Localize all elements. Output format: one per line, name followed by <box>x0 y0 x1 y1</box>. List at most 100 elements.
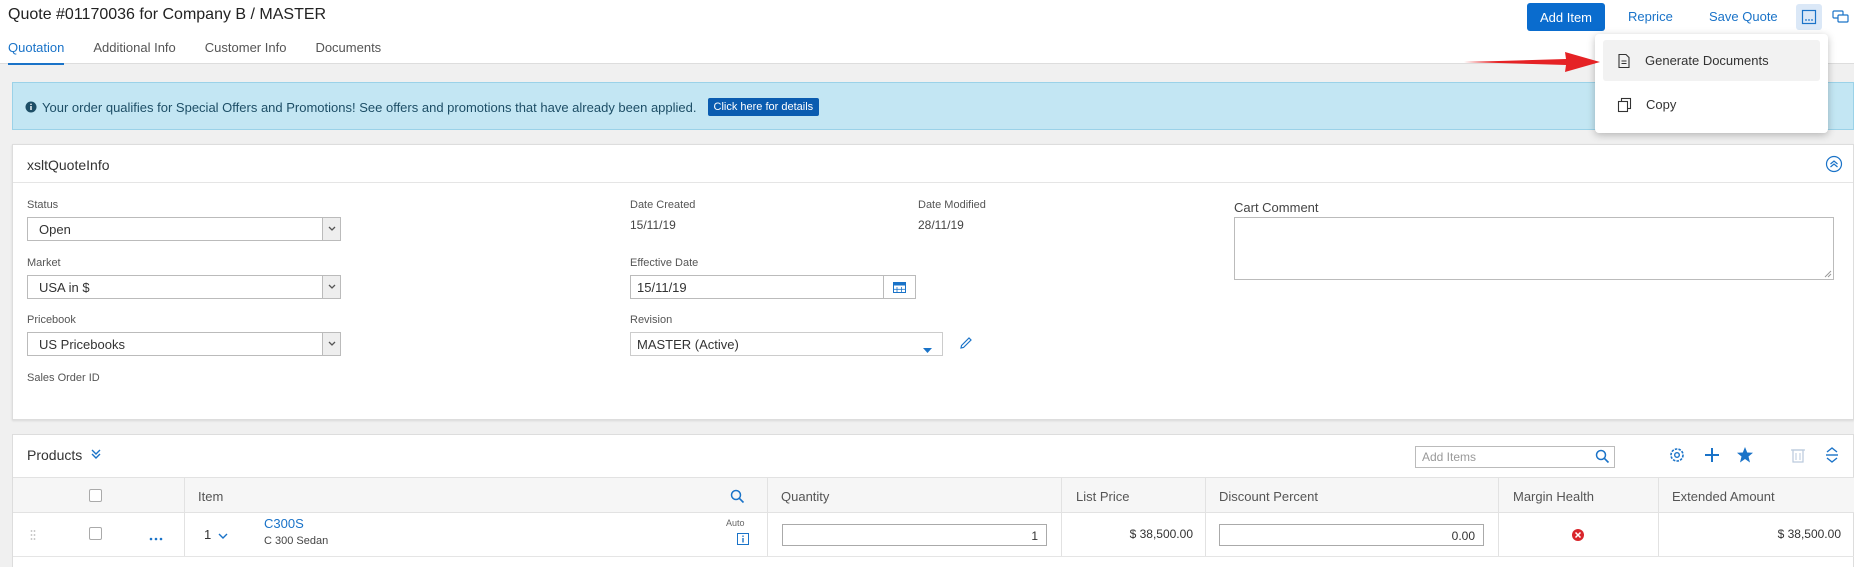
search-icon <box>730 489 745 504</box>
column-header-margin-health[interactable]: Margin Health <box>1513 489 1594 504</box>
drag-handle-icon[interactable] <box>30 529 36 544</box>
pointer-arrow <box>1464 52 1600 72</box>
market-value: USA in $ <box>39 280 90 295</box>
effective-date-input[interactable]: 15/11/19 <box>630 275 884 299</box>
document-icon <box>1618 53 1630 68</box>
gear-icon <box>1670 448 1684 462</box>
chevron-down-icon <box>218 533 228 539</box>
extended-amount-value: $ 38,500.00 <box>1777 527 1841 541</box>
chevron-up-circle-icon <box>1825 155 1843 173</box>
resize-handle-icon <box>1824 270 1832 278</box>
expand-products-button[interactable] <box>90 447 102 463</box>
tab-documents[interactable]: Documents <box>315 40 381 65</box>
collapse-button[interactable] <box>1825 155 1843 176</box>
date-created-label: Date Created <box>630 199 696 211</box>
market-label: Market <box>27 257 61 269</box>
add-items-placeholder: Add Items <box>1422 450 1477 464</box>
trash-icon <box>1791 449 1805 463</box>
column-header-discount-percent[interactable]: Discount Percent <box>1219 489 1318 504</box>
products-section: Products Add Items Item Quantity List Pr… <box>12 434 1854 567</box>
add-items-search[interactable]: Add Items <box>1415 446 1615 468</box>
chat-icon <box>1832 10 1849 23</box>
cart-comment-label: Cart Comment <box>1234 200 1319 215</box>
comments-button[interactable] <box>1828 4 1854 30</box>
products-title: Products <box>27 447 83 463</box>
settings-button[interactable] <box>1668 446 1686 467</box>
sales-order-label: Sales Order ID <box>27 372 100 384</box>
column-header-item[interactable]: Item <box>198 489 223 504</box>
chevron-down-icon <box>322 218 340 240</box>
more-actions-button[interactable] <box>1796 4 1822 30</box>
edit-revision-button[interactable] <box>959 336 973 353</box>
column-header-list-price[interactable]: List Price <box>1076 489 1129 504</box>
caret-down-icon <box>923 342 932 357</box>
discount-percent-input[interactable]: 0.00 <box>1219 524 1484 546</box>
favorites-button[interactable] <box>1736 446 1754 467</box>
revision-value: MASTER (Active) <box>637 337 739 352</box>
pricebook-value: US Pricebooks <box>39 337 125 352</box>
panel-header: xsltQuoteInfo <box>13 145 1853 183</box>
status-label: Status <box>27 199 59 211</box>
cart-comment-textarea[interactable] <box>1234 217 1834 280</box>
more-actions-menu: Generate Documents Copy <box>1595 34 1828 133</box>
reprice-button[interactable]: Reprice <box>1628 9 1673 24</box>
item-search-button[interactable] <box>730 489 745 507</box>
panel-title: xsltQuoteInfo <box>27 157 110 173</box>
column-header-quantity[interactable]: Quantity <box>781 489 829 504</box>
pricebook-select[interactable]: US Pricebooks <box>27 332 341 356</box>
expand-collapse-button[interactable] <box>1824 446 1840 467</box>
add-item-button[interactable]: Add Item <box>1527 3 1605 31</box>
copy-label: Copy <box>1646 97 1677 112</box>
copy-menu-item[interactable]: Copy <box>1603 84 1820 125</box>
pricebook-label: Pricebook <box>27 314 76 326</box>
calendar-icon <box>893 282 906 293</box>
row-actions-button[interactable] <box>149 531 163 545</box>
banner-message: Your order qualifies for Special Offers … <box>42 99 697 115</box>
tab-bar: Quotation Additional Info Customer Info … <box>8 40 410 65</box>
tab-quotation[interactable]: Quotation <box>8 40 65 65</box>
generate-documents-label: Generate Documents <box>1645 53 1769 68</box>
effective-date-label: Effective Date <box>630 257 699 269</box>
status-value: Open <box>39 222 71 237</box>
expand-row-button[interactable] <box>218 529 228 543</box>
generate-documents-menu-item[interactable]: Generate Documents <box>1603 40 1820 81</box>
row-checkbox[interactable] <box>89 527 102 540</box>
copy-icon <box>1617 97 1632 112</box>
column-header-extended-amount[interactable]: Extended Amount <box>1672 489 1775 504</box>
select-all-checkbox[interactable] <box>89 489 102 502</box>
chevron-down-icon <box>322 333 340 355</box>
double-chevron-down-icon <box>91 449 101 459</box>
date-modified-label: Date Modified <box>918 199 986 211</box>
info-box-icon <box>737 533 749 545</box>
delete-button[interactable] <box>1790 446 1806 467</box>
date-modified-value: 28/11/19 <box>918 218 964 232</box>
table-row: 1 C300S C 300 Sedan Auto 1 $ 38,500.00 0… <box>13 513 1854 557</box>
chevron-down-icon <box>322 276 340 298</box>
pencil-icon <box>960 337 972 349</box>
status-select[interactable]: Open <box>27 217 341 241</box>
auto-badge: Auto <box>726 518 745 528</box>
product-description: C 300 Sedan <box>264 535 329 547</box>
market-select[interactable]: USA in $ <box>27 275 341 299</box>
page-title: Quote #01170036 for Company B / MASTER <box>8 6 327 23</box>
more-dots-icon <box>149 537 163 541</box>
product-code-link[interactable]: C300S <box>264 516 304 531</box>
star-icon <box>1737 447 1753 463</box>
tab-customer-info[interactable]: Customer Info <box>205 40 287 65</box>
tab-additional-info[interactable]: Additional Info <box>93 40 175 65</box>
product-info-button[interactable] <box>737 533 749 548</box>
revision-label: Revision <box>630 314 673 326</box>
table-header: Item Quantity List Price Discount Percen… <box>13 477 1854 513</box>
info-icon <box>25 101 37 113</box>
add-product-button[interactable] <box>1703 446 1721 467</box>
quantity-input[interactable]: 1 <box>782 524 1047 546</box>
quote-info-panel: xsltQuoteInfo Status Open Market USA in … <box>12 144 1854 420</box>
list-price-value: $ 38,500.00 <box>1129 527 1193 541</box>
save-quote-button[interactable]: Save Quote <box>1709 9 1778 24</box>
plus-icon <box>1705 448 1719 462</box>
date-picker-button[interactable] <box>883 275 916 299</box>
promotion-details-button[interactable]: Click here for details <box>707 98 820 116</box>
document-more-icon <box>1801 9 1817 25</box>
search-icon[interactable] <box>1595 449 1610 467</box>
revision-select[interactable]: MASTER (Active) <box>630 332 943 356</box>
